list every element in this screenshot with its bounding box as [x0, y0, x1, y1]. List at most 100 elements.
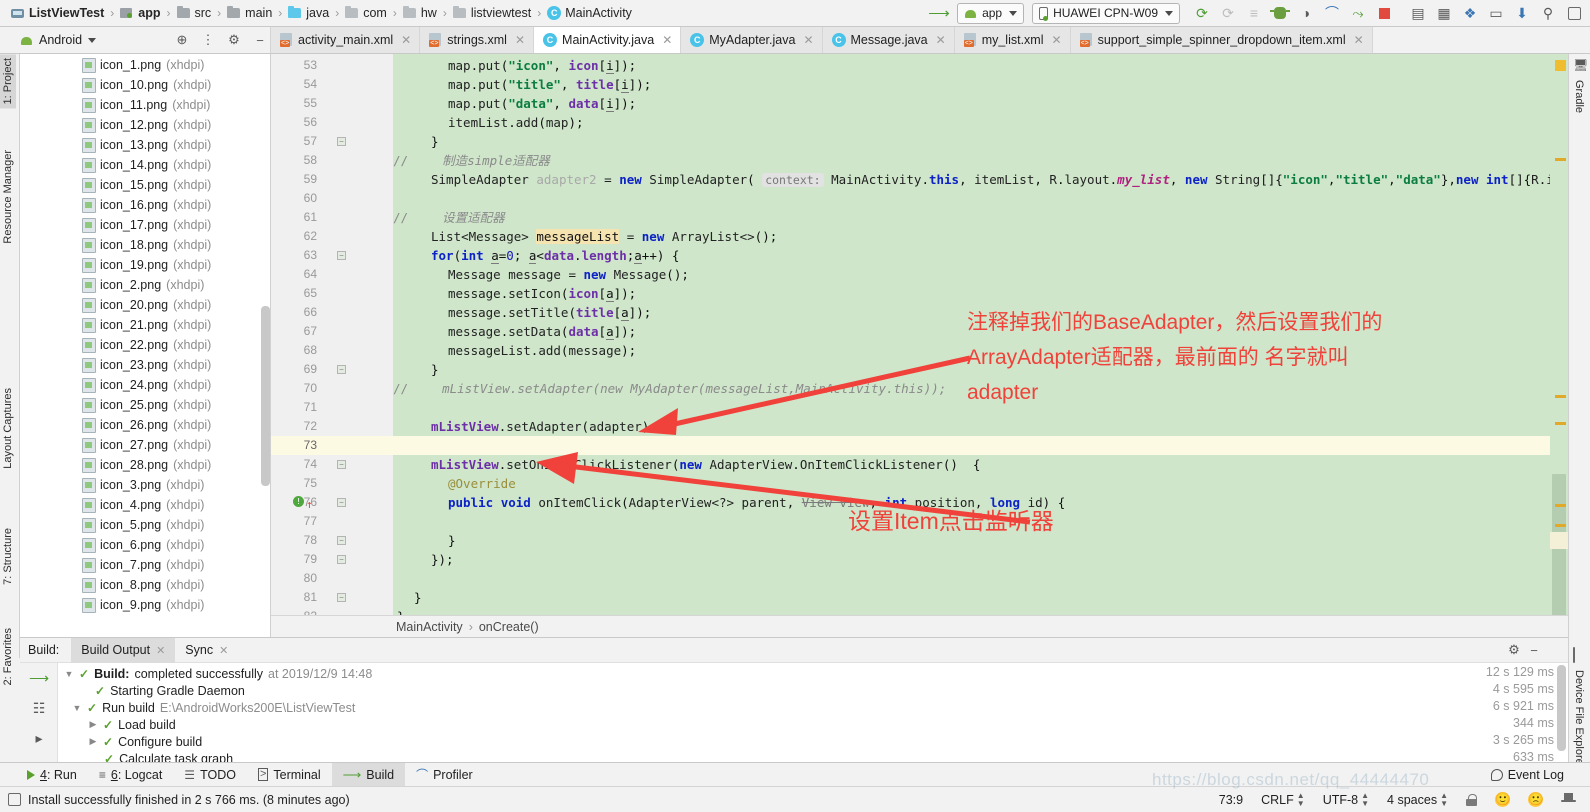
fold-marker-icon[interactable]: −: [337, 137, 346, 146]
project-tree-panel[interactable]: icon_1.png (xhdpi) icon_10.png (xhdpi) ico…: [20, 54, 271, 637]
close-icon[interactable]: ✕: [1354, 33, 1364, 47]
editor-breadcrumb-method[interactable]: onCreate(): [479, 620, 539, 634]
tree-item[interactable]: icon_22.png (xhdpi): [20, 335, 270, 355]
editor-breadcrumb-class[interactable]: MainActivity: [396, 620, 463, 634]
stripe-mark-warning[interactable]: [1555, 60, 1566, 71]
profiler-button[interactable]: ⌒: [1320, 2, 1344, 24]
tree-item[interactable]: icon_2.png (xhdpi): [20, 275, 270, 295]
inspection-happy-face[interactable]: 🙂: [1486, 792, 1519, 807]
layout-inspector-button[interactable]: ❖: [1458, 2, 1482, 24]
build-rerun-icon[interactable]: ⟶: [20, 663, 58, 693]
tree-item[interactable]: icon_11.png (xhdpi): [20, 95, 270, 115]
editor-scrollbar-thumb[interactable]: [1552, 474, 1566, 637]
breadcrumb-item-project[interactable]: ListViewTest: [6, 2, 109, 24]
tab-myadapter-java[interactable]: C MyAdapter.java ✕: [681, 27, 823, 53]
tree-item[interactable]: icon_8.png (xhdpi): [20, 575, 270, 595]
collapse-all-icon[interactable]: ⋮: [198, 30, 218, 50]
tree-item[interactable]: icon_15.png (xhdpi): [20, 175, 270, 195]
run-configuration-selector[interactable]: app: [957, 2, 1025, 24]
breadcrumb-item-mainactivity[interactable]: C MainActivity: [542, 2, 637, 24]
tab-activity-main-xml[interactable]: activity_main.xml ✕: [271, 27, 421, 53]
build-panel-scrollbar[interactable]: [1557, 665, 1566, 751]
readonly-lock-toggle[interactable]: [1457, 793, 1486, 806]
attach-debugger-button[interactable]: ◑: [1294, 2, 1318, 24]
account-button[interactable]: [1562, 2, 1586, 24]
device-manager-button[interactable]: ▭: [1484, 2, 1508, 24]
tree-item[interactable]: icon_10.png (xhdpi): [20, 75, 270, 95]
tree-item[interactable]: icon_6.png (xhdpi): [20, 535, 270, 555]
run-coverage-button[interactable]: ⤳: [1346, 2, 1370, 24]
project-tree-scrollbar[interactable]: [261, 306, 270, 486]
sync-download-button[interactable]: ⬇: [1510, 2, 1534, 24]
close-icon[interactable]: ✕: [1052, 33, 1062, 47]
bottom-tab-todo[interactable]: ☰ TODO: [173, 763, 247, 787]
avd-manager-button[interactable]: ▤: [1406, 2, 1430, 24]
build-settings-gear-icon[interactable]: ⚙: [1504, 640, 1524, 660]
breadcrumb-item-listviewtest[interactable]: listviewtest: [448, 2, 536, 24]
editor-breadcrumb[interactable]: MainActivity › onCreate(): [271, 615, 1568, 637]
stripe-mark[interactable]: [1555, 395, 1566, 398]
build-row[interactable]: ▼ ✓ Run build E:\AndroidWorks200E\ListVi…: [58, 699, 1568, 716]
stripe-mark[interactable]: [1555, 524, 1566, 527]
build-tab-sync[interactable]: Sync ✕: [175, 638, 238, 663]
build-row[interactable]: ✓ Starting Gradle Daemon: [58, 682, 1568, 699]
tree-item[interactable]: icon_26.png (xhdpi): [20, 415, 270, 435]
build-expand-icon[interactable]: ▸: [20, 723, 58, 753]
build-minimize-icon[interactable]: −: [1524, 640, 1544, 660]
intention-bulb-icon[interactable]: !: [293, 496, 304, 507]
tree-item[interactable]: icon_23.png (xhdpi): [20, 355, 270, 375]
device-selector[interactable]: HUAWEI CPN-W09: [1032, 2, 1180, 24]
fold-marker-icon[interactable]: −: [337, 593, 346, 602]
tab-my-list-xml[interactable]: my_list.xml ✕: [954, 27, 1071, 53]
apply-changes-button[interactable]: ⟳: [1216, 2, 1240, 24]
fold-marker-icon[interactable]: −: [337, 555, 346, 564]
settings-gear-icon[interactable]: ⚙: [224, 30, 244, 50]
tree-item[interactable]: icon_4.png (xhdpi): [20, 495, 270, 515]
sdk-manager-button[interactable]: ▦: [1432, 2, 1456, 24]
gradle-sync-icon[interactable]: ⟶: [927, 2, 951, 24]
tree-item[interactable]: icon_12.png (xhdpi): [20, 115, 270, 135]
tab-strings-xml[interactable]: strings.xml ✕: [420, 27, 535, 53]
caret-position[interactable]: 73:9: [1210, 793, 1252, 807]
close-icon[interactable]: ✕: [515, 33, 525, 47]
build-row[interactable]: ▶ ✓ Load build: [58, 716, 1568, 733]
tree-item[interactable]: icon_1.png (xhdpi): [20, 55, 270, 75]
project-view-selector[interactable]: Android: [39, 33, 82, 47]
search-everywhere-button[interactable]: ⚲: [1536, 2, 1560, 24]
tab-mainactivity-java[interactable]: C MainActivity.java ✕: [534, 27, 682, 53]
tree-item[interactable]: icon_14.png (xhdpi): [20, 155, 270, 175]
tree-item[interactable]: icon_13.png (xhdpi): [20, 135, 270, 155]
close-icon[interactable]: ✕: [156, 644, 165, 657]
rail-tab-structure[interactable]: 7: Structure: [0, 524, 16, 589]
rail-tab-favorites[interactable]: 2: Favorites: [0, 624, 16, 689]
tree-item[interactable]: icon_24.png (xhdpi): [20, 375, 270, 395]
breadcrumb-item-src[interactable]: src: [172, 2, 217, 24]
tree-item[interactable]: icon_27.png (xhdpi): [20, 435, 270, 455]
tree-item[interactable]: icon_20.png (xhdpi): [20, 295, 270, 315]
fold-marker-icon[interactable]: −: [337, 365, 346, 374]
close-icon[interactable]: ✕: [219, 644, 228, 657]
encoding-selector[interactable]: UTF-8 ▲ ▼: [1314, 791, 1378, 808]
line-separator-selector[interactable]: CRLF ▲ ▼: [1252, 791, 1314, 808]
indent-selector[interactable]: 4 spaces ▲ ▼: [1378, 791, 1457, 808]
rail-tab-project[interactable]: 1: Project: [0, 54, 16, 109]
tree-item[interactable]: icon_16.png (xhdpi): [20, 195, 270, 215]
rail-tab-device-file-explorer[interactable]: Device File Explorer: [1571, 666, 1587, 772]
tree-item[interactable]: icon_25.png (xhdpi): [20, 395, 270, 415]
target-icon[interactable]: ⊕: [172, 30, 192, 50]
inspection-sad-face[interactable]: 🙁: [1519, 792, 1552, 807]
tree-item[interactable]: icon_19.png (xhdpi): [20, 255, 270, 275]
run-button[interactable]: ⟳: [1190, 2, 1214, 24]
tab-message-java[interactable]: C Message.java ✕: [822, 27, 955, 53]
bottom-tab-build[interactable]: ⟶ Build: [331, 762, 406, 787]
fold-marker-icon[interactable]: −: [337, 498, 346, 507]
breadcrumb-item-com[interactable]: com: [340, 2, 392, 24]
rail-tab-gradle[interactable]: Gradle: [1571, 76, 1587, 117]
bottom-tab-profiler[interactable]: ⌒ Profiler: [405, 763, 484, 787]
stripe-mark[interactable]: [1555, 504, 1566, 507]
bottom-tab-run[interactable]: 4: Run: [16, 763, 88, 787]
build-output-tree[interactable]: ▼ ✓ Build: completed successfully at 201…: [58, 663, 1568, 763]
event-log-button[interactable]: Event Log: [1490, 768, 1590, 782]
breadcrumb-item-app[interactable]: app: [115, 2, 165, 24]
expand-triangle-icon[interactable]: ▶: [88, 736, 98, 747]
